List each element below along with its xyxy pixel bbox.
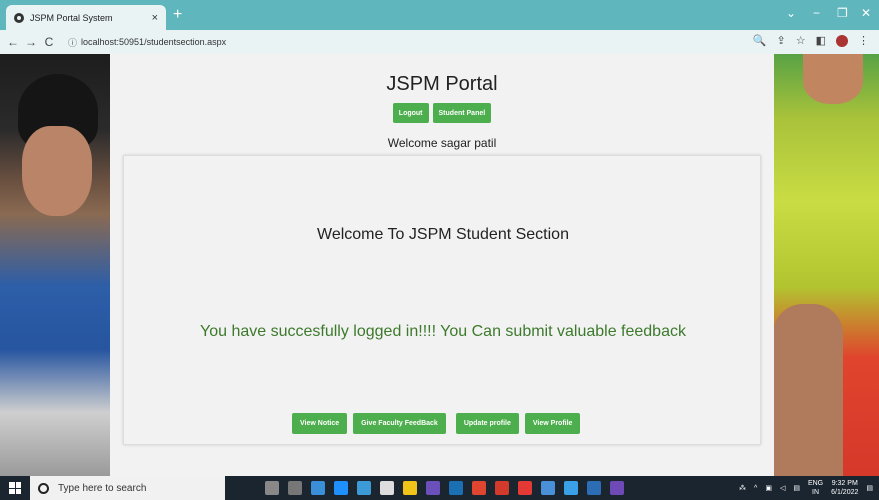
windows-logo-icon — [9, 482, 21, 494]
explorer-icon[interactable] — [587, 481, 601, 495]
shopping-icon[interactable] — [403, 481, 417, 495]
action-button-group: View Notice Give Faculty FeedBack Update… — [292, 413, 581, 434]
mail-icon[interactable] — [380, 481, 394, 495]
close-window-icon[interactable]: ✕ — [861, 6, 871, 20]
task-view-icon[interactable] — [288, 481, 302, 495]
page-title: JSPM Portal — [386, 73, 498, 95]
tab-title: JSPM Portal System — [30, 12, 113, 23]
url-input[interactable]: localhost:50951/studentsection.aspx — [81, 37, 226, 47]
browser-tools: 🔍 ⇪ ☆ ◧ ⋮ — [753, 34, 869, 47]
photos-icon[interactable] — [541, 481, 555, 495]
system-tray: ⁂ ^ ▣ ◁ ▤ ENG IN 9:32 PM 6/1/2022 ▤ — [739, 476, 873, 500]
site-info-icon[interactable]: ⓘ — [68, 36, 77, 49]
browser-tab-bar: JSPM Portal System × + ⌄ − ❐ ✕ — [0, 0, 879, 30]
site-favicon-icon — [14, 12, 24, 23]
login-success-message: You have succesfully logged in!!!! You C… — [200, 323, 686, 340]
cortana-circle-icon — [38, 482, 49, 494]
reload-icon[interactable]: C — [40, 35, 58, 49]
notification-icon[interactable]: ▤ — [866, 484, 873, 492]
edge-browser-icon[interactable] — [334, 481, 348, 495]
share-icon[interactable]: ⇪ — [777, 34, 786, 47]
give-feedback-button[interactable]: Give Faculty FeedBack — [353, 413, 446, 434]
background-photo-left — [0, 54, 110, 476]
student-panel-button[interactable]: Student Panel — [432, 103, 492, 123]
vs-code-red-icon[interactable] — [518, 481, 532, 495]
address-bar: ← → C ⓘ localhost:50951/studentsection.a… — [0, 30, 879, 54]
clock-date: 6/1/2022 — [831, 489, 859, 496]
tab-close-icon[interactable]: × — [152, 12, 158, 24]
restore-icon[interactable]: ❐ — [837, 6, 848, 20]
browser-tab[interactable]: JSPM Portal System × — [6, 5, 166, 30]
taskbar-search-input[interactable]: Type here to search — [30, 476, 225, 500]
card-title: Welcome To JSPM Student Section — [317, 226, 569, 243]
menu-icon[interactable]: ⋮ — [858, 34, 869, 47]
view-profile-button[interactable]: View Profile — [524, 413, 581, 434]
start-button[interactable] — [0, 476, 30, 500]
background-photo-right — [773, 54, 879, 476]
web-page: JSPM Portal Logout Student Panel Welcome… — [0, 54, 879, 476]
store-icon[interactable] — [357, 481, 371, 495]
illustrator-icon[interactable] — [495, 481, 509, 495]
tray-overflow-icon[interactable]: ^ — [754, 485, 757, 492]
minimize-icon[interactable]: − — [813, 6, 820, 20]
clock[interactable]: 9:32 PM 6/1/2022 — [831, 479, 858, 497]
zoom-icon[interactable]: 🔍 — [753, 34, 767, 47]
bookmark-star-icon[interactable]: ☆ — [796, 34, 806, 47]
forward-icon[interactable]: → — [22, 35, 40, 49]
top-button-group: Logout Student Panel — [110, 103, 774, 123]
keyboard-icon[interactable]: ▤ — [793, 484, 800, 492]
volume-icon[interactable]: ◁ — [780, 484, 785, 492]
tab-search-icon[interactable]: ⌄ — [786, 6, 796, 20]
clock-time: 9:32 PM — [831, 480, 858, 487]
teams-icon[interactable] — [564, 481, 578, 495]
update-profile-button[interactable]: Update profile — [455, 413, 519, 434]
language-indicator[interactable]: ENG IN — [808, 479, 823, 497]
network-icon[interactable]: ▣ — [765, 484, 772, 492]
main-panel: JSPM Portal Logout Student Panel Welcome… — [110, 54, 774, 476]
view-notice-button[interactable]: View Notice — [292, 413, 348, 434]
photoshop-icon[interactable] — [449, 481, 463, 495]
settings-app-icon[interactable] — [311, 481, 325, 495]
welcome-user-text: Welcome sagar patil — [387, 136, 497, 150]
photo-arm — [773, 304, 843, 476]
back-icon[interactable]: ← — [4, 35, 22, 49]
chrome-icon[interactable] — [472, 481, 486, 495]
photo-face — [803, 54, 863, 104]
new-tab-icon[interactable]: + — [173, 6, 182, 24]
logout-button[interactable]: Logout — [392, 103, 429, 123]
people-icon[interactable]: ⁂ — [739, 484, 746, 492]
premiere-icon[interactable] — [426, 481, 440, 495]
microphone-icon[interactable] — [265, 481, 279, 495]
photo-face — [22, 126, 92, 216]
windows-taskbar: Type here to search ⁂ ^ ▣ ◁ ▤ ENG IN 9:32… — [0, 476, 879, 500]
profile-avatar[interactable] — [836, 34, 848, 47]
taskbar-apps — [265, 481, 624, 495]
student-section-card: Welcome To JSPM Student Section You have… — [123, 155, 761, 445]
sidebar-icon[interactable]: ◧ — [816, 34, 826, 47]
visual-studio-icon[interactable] — [610, 481, 624, 495]
search-placeholder: Type here to search — [58, 482, 147, 494]
